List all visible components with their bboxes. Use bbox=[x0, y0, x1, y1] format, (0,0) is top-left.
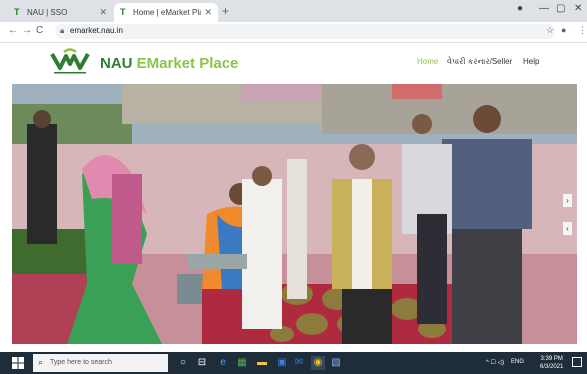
carousel-next-icon[interactable]: › bbox=[563, 194, 572, 207]
search-icon: ⌕ bbox=[38, 357, 44, 367]
browser-tab-home[interactable]: T Home | eMarket Place Navsari A ✕ bbox=[114, 3, 218, 22]
edge-icon[interactable]: e bbox=[216, 356, 230, 370]
close-icon[interactable]: ✕ bbox=[99, 7, 107, 18]
taskbar-clock[interactable]: 3:39 PM 6/3/2021 bbox=[540, 355, 563, 371]
nav-help[interactable]: Help bbox=[523, 57, 539, 66]
nau-logo[interactable] bbox=[50, 48, 90, 76]
cortana-icon[interactable]: ○ bbox=[176, 356, 190, 370]
taskbar-search-placeholder: Type here to search bbox=[50, 359, 112, 366]
nau-logo-icon: T bbox=[14, 7, 20, 17]
store-icon[interactable]: ▣ bbox=[275, 356, 289, 370]
maximize-icon[interactable]: ▢ bbox=[556, 3, 565, 14]
nau-logo-icon bbox=[50, 48, 90, 74]
taskbar-search[interactable]: ⌕ Type here to search bbox=[33, 354, 168, 372]
lock-icon: 🔒︎ bbox=[60, 26, 65, 35]
new-tab-icon[interactable]: + bbox=[222, 4, 229, 18]
nav-seller[interactable]: વેપારી કરનાર/Seller bbox=[447, 57, 512, 67]
site-header: NAU EMarket Place Home વેપારી કરનાર/Sell… bbox=[0, 43, 587, 83]
account-icon[interactable]: ● bbox=[561, 25, 566, 35]
star-icon[interactable]: ☆ bbox=[546, 25, 554, 36]
chrome-icon[interactable]: ◉ bbox=[311, 356, 325, 370]
brand-nau: NAU bbox=[100, 55, 133, 72]
browser-tab-sso[interactable]: T NAU | SSO ✕ bbox=[8, 3, 113, 22]
clock-date: 6/3/2021 bbox=[540, 364, 564, 370]
address-url[interactable]: emarket.nau.in bbox=[70, 26, 123, 35]
nav-home[interactable]: Home bbox=[417, 57, 438, 66]
carousel-prev-icon[interactable]: ‹ bbox=[563, 222, 572, 235]
brand-emarket: EMarket Place bbox=[136, 55, 239, 72]
reload-icon[interactable]: C bbox=[36, 25, 43, 36]
windows-taskbar: ⌕ Type here to search ○ ⊟ e ▦ ▬ ▣ ✉ ◉ ▧ … bbox=[0, 352, 587, 374]
browser-profile-icon[interactable]: ● bbox=[517, 3, 523, 14]
minimize-icon[interactable]: — bbox=[539, 3, 549, 14]
hero-photo bbox=[12, 84, 577, 344]
close-icon[interactable]: ✕ bbox=[204, 7, 212, 18]
browser-tab-strip: T NAU | SSO ✕ T Home | eMarket Place Nav… bbox=[0, 0, 587, 22]
app-icon[interactable]: ▧ bbox=[329, 356, 343, 370]
windows-start-icon[interactable] bbox=[12, 357, 24, 369]
hero-carousel: › ‹ bbox=[12, 84, 577, 344]
tray-language[interactable]: ENG bbox=[511, 359, 524, 365]
forward-icon[interactable]: → bbox=[22, 25, 32, 36]
browser-toolbar: ← → C 🔒︎ emarket.nau.in ☆ ● ⋮ bbox=[0, 22, 587, 43]
tab-title: NAU | SSO bbox=[27, 8, 68, 17]
menu-icon[interactable]: ⋮ bbox=[578, 25, 587, 36]
file-explorer-icon[interactable]: ▬ bbox=[255, 356, 269, 370]
nau-logo-icon: T bbox=[120, 7, 126, 17]
notification-icon[interactable] bbox=[572, 357, 582, 367]
close-window-icon[interactable]: ✕ bbox=[574, 3, 582, 14]
tray-icons[interactable]: ^ ☐ ◁) bbox=[486, 359, 504, 366]
task-view-icon[interactable]: ⊟ bbox=[195, 356, 209, 370]
address-bar[interactable]: 🔒︎ emarket.nau.in bbox=[55, 24, 555, 39]
clock-time: 3:39 PM bbox=[540, 356, 563, 362]
sheets-icon[interactable]: ▦ bbox=[235, 356, 249, 370]
site-brand[interactable]: NAU EMarket Place bbox=[100, 55, 238, 72]
back-icon[interactable]: ← bbox=[8, 25, 18, 36]
mail-icon[interactable]: ✉ bbox=[292, 356, 306, 370]
tab-title: Home | eMarket Place Navsari A bbox=[133, 8, 202, 17]
